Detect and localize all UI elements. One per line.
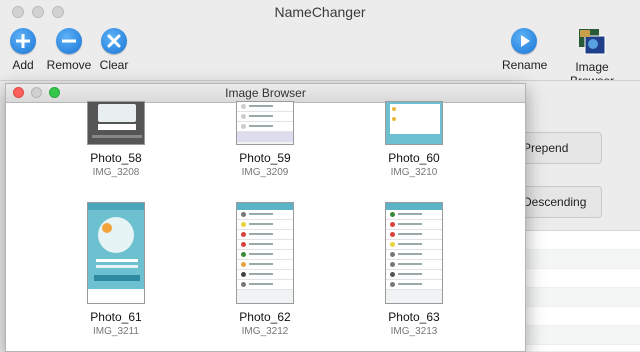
x-icon <box>101 28 127 54</box>
image-tile[interactable]: Photo_63 IMG_3213 <box>359 202 469 337</box>
photo-thumbnail[interactable] <box>87 202 145 304</box>
clear-label: Clear <box>99 58 129 72</box>
image-grid: Photo_58 IMG_3208 Photo_59 IMG_3209 Phot… <box>6 101 525 351</box>
image-browser-button[interactable]: Image Browser <box>552 28 632 88</box>
rename-label: Rename <box>502 58 548 72</box>
prepend-label: Prepend <box>523 141 569 155</box>
photo-name: Photo_59 <box>239 151 291 165</box>
list-item[interactable] <box>520 250 640 269</box>
descending-label: Descending <box>523 195 587 209</box>
list-item[interactable] <box>520 307 640 326</box>
window-title: NameChanger <box>274 4 366 20</box>
list-item[interactable] <box>520 288 640 307</box>
photo-thumbnail[interactable] <box>236 202 294 304</box>
clear-button[interactable]: Clear <box>98 28 130 72</box>
image-tile[interactable]: Photo_62 IMG_3212 <box>210 202 320 337</box>
list-item[interactable] <box>520 231 640 250</box>
add-label: Add <box>12 58 34 72</box>
file-name: IMG_3210 <box>390 167 438 178</box>
photo-thumbnail[interactable] <box>385 202 443 304</box>
photos-icon <box>577 28 607 56</box>
image-tile[interactable]: Photo_58 IMG_3208 <box>61 101 171 178</box>
photo-name: Photo_60 <box>388 151 440 165</box>
image-browser-window: Image Browser Photo_58 IMG_3208 Photo_59… <box>5 83 526 352</box>
add-button[interactable]: Add <box>8 28 38 72</box>
photo-name: Photo_61 <box>90 310 142 324</box>
photo-name: Photo_62 <box>239 310 291 324</box>
main-titlebar: NameChanger <box>0 0 640 24</box>
image-browser-title: Image Browser <box>225 86 306 100</box>
file-name: IMG_3211 <box>93 326 139 337</box>
image-tile[interactable]: Photo_60 IMG_3210 <box>359 101 469 178</box>
play-icon <box>511 28 537 54</box>
list-item[interactable] <box>520 269 640 288</box>
file-name: IMG_3213 <box>390 326 438 337</box>
rename-button[interactable]: Rename <box>502 28 548 72</box>
minus-icon <box>56 28 82 54</box>
remove-label: Remove <box>46 58 92 72</box>
remove-button[interactable]: Remove <box>46 28 92 72</box>
file-name: IMG_3208 <box>92 167 140 178</box>
photo-thumbnail[interactable] <box>385 101 443 145</box>
image-tile[interactable]: Photo_59 IMG_3209 <box>210 101 320 178</box>
file-name: IMG_3212 <box>241 326 289 337</box>
file-list[interactable] <box>520 230 640 351</box>
photo-thumbnail[interactable] <box>87 101 145 145</box>
file-name: IMG_3209 <box>241 167 289 178</box>
plus-icon <box>10 28 36 54</box>
image-tile[interactable]: Photo_61 IMG_3211 <box>61 202 171 337</box>
photo-name: Photo_58 <box>90 151 142 165</box>
photo-thumbnail[interactable] <box>236 101 294 145</box>
list-item[interactable] <box>520 326 640 345</box>
photo-name: Photo_63 <box>388 310 440 324</box>
